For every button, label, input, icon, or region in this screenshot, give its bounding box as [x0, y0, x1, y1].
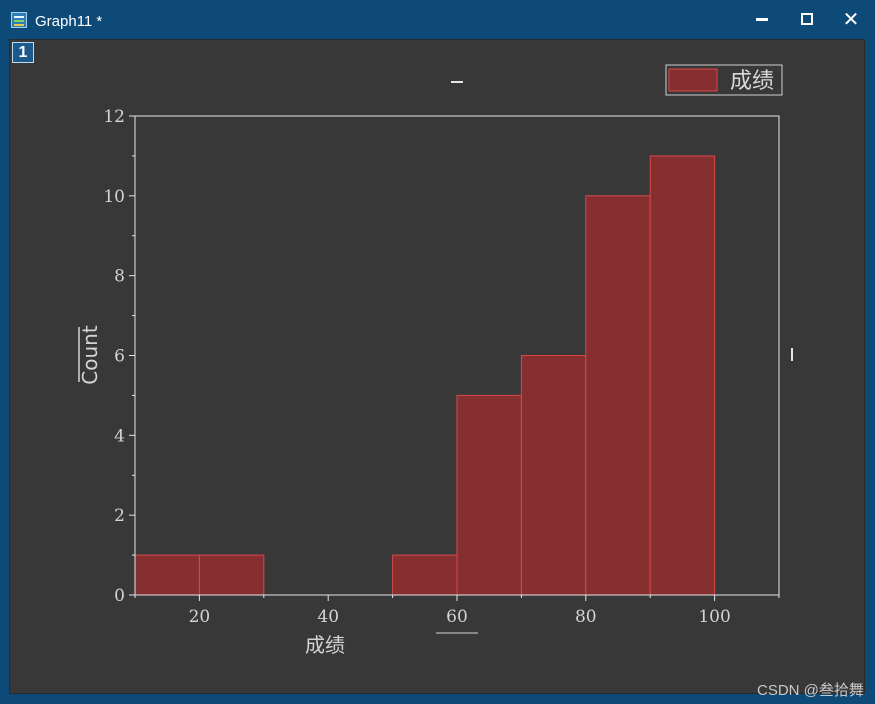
x-tick-label-20: 20 [189, 607, 211, 627]
x-tick-label-80: 80 [575, 607, 597, 627]
y-tick-label-0: 0 [114, 586, 125, 606]
histogram-bar-10-20[interactable] [134, 554, 200, 596]
x-axis-title[interactable]: 成绩 [305, 633, 345, 657]
histogram-bar-70-80[interactable] [520, 355, 587, 596]
bars-group [134, 155, 716, 596]
y-axis-title[interactable]: Count [78, 325, 102, 385]
histogram-bar-80-90[interactable] [585, 195, 651, 596]
x-tick-label-40: 40 [317, 607, 339, 627]
x-tick-label-100: 100 [698, 607, 730, 627]
histogram-bar-60-70[interactable] [456, 394, 522, 596]
histogram-bar-90-100[interactable] [649, 155, 716, 596]
y-tick-label-12: 12 [103, 107, 125, 127]
legend[interactable]: 成绩 [665, 64, 783, 96]
legend-label: 成绩 [730, 69, 774, 94]
y-tick-label-4: 4 [114, 426, 125, 446]
x-tick-label-60: 60 [446, 607, 468, 627]
histogram-bar-50-60[interactable] [392, 554, 458, 596]
histogram-chart[interactable]: 0 2 4 6 8 10 12 20 40 60 80 100 成绩 Count 成绩 [0, 0, 875, 704]
y-tick-label-8: 8 [114, 267, 125, 287]
y-tick-label-6: 6 [114, 347, 125, 367]
y-tick-label-2: 2 [114, 506, 125, 526]
y-tick-label-10: 10 [103, 187, 125, 207]
legend-swatch [668, 68, 718, 92]
histogram-bar-20-30[interactable] [198, 554, 265, 596]
watermark: CSDN @叁拾舞 [757, 682, 864, 699]
